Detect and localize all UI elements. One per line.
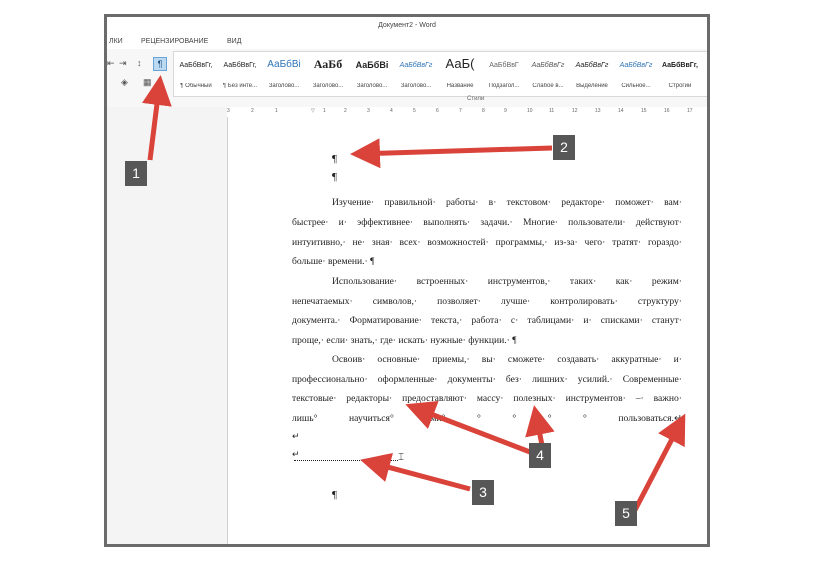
arrow-3 <box>360 452 471 492</box>
callout-badge-4: 4 <box>529 443 551 468</box>
callout-badge-5: 5 <box>615 501 637 526</box>
arrow-4b <box>525 405 555 446</box>
callout-badge-2: 2 <box>553 135 575 160</box>
arrow-5 <box>632 413 686 512</box>
annotation-arrows <box>142 75 686 512</box>
arrow-2 <box>350 138 553 169</box>
callout-badge-3: 3 <box>472 480 494 505</box>
arrow-4a <box>405 400 531 455</box>
arrow-1 <box>142 75 172 161</box>
callout-badge-1: 1 <box>125 161 147 186</box>
